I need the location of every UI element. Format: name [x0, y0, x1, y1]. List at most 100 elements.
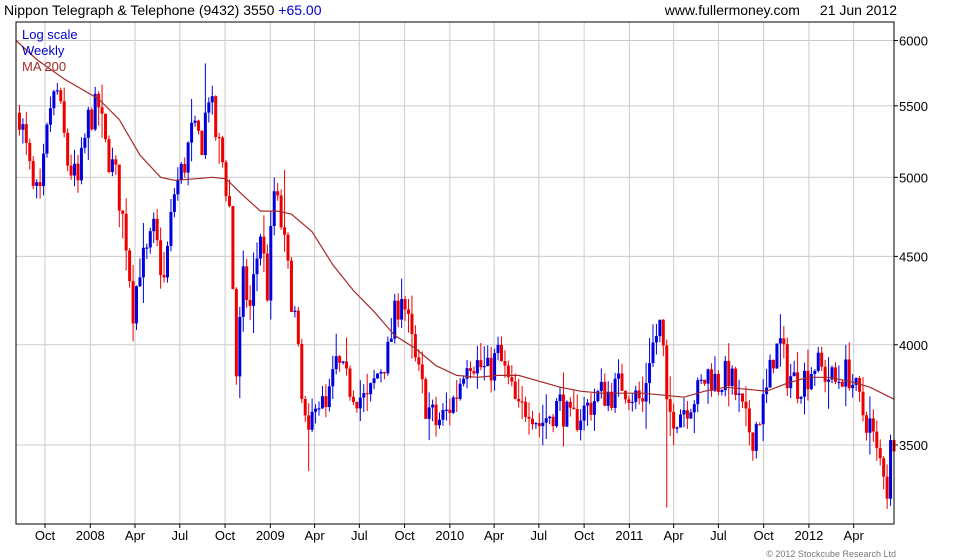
candle-down: [641, 398, 645, 402]
candle-up: [775, 343, 779, 369]
candle-down: [159, 240, 163, 276]
candle-up: [737, 393, 741, 395]
candle-up: [809, 373, 813, 390]
y-tick-label: 4000: [899, 338, 928, 353]
candle-up: [654, 336, 658, 343]
candle-down: [668, 399, 672, 412]
candle-up: [327, 386, 331, 408]
candle-up: [376, 373, 380, 379]
candle-up: [86, 109, 90, 138]
candle-down: [871, 418, 875, 432]
candle-up: [599, 381, 603, 392]
candle-down: [823, 366, 827, 382]
candle-up: [73, 163, 77, 176]
candle-up: [389, 338, 393, 342]
x-tick-label: 2012: [794, 528, 823, 543]
candle-down: [703, 379, 707, 384]
candle-up: [45, 124, 49, 154]
candle-up: [868, 418, 872, 433]
candle-up: [792, 372, 796, 377]
y-tick-label: 5000: [899, 170, 928, 185]
candle-up: [451, 397, 455, 413]
candle-down: [303, 398, 307, 416]
candle-down: [324, 396, 328, 408]
candle-up: [579, 420, 583, 431]
candle-down: [489, 357, 493, 381]
candle-up: [369, 383, 373, 395]
candle-down: [355, 402, 359, 409]
candle-down: [878, 448, 882, 459]
candle-down: [221, 137, 225, 163]
candle-down: [365, 393, 369, 395]
y-tick-label: 4500: [899, 249, 928, 264]
candle-down: [245, 266, 249, 301]
candle-down: [410, 313, 414, 335]
candle-up: [496, 344, 500, 354]
candle-up: [252, 274, 256, 306]
x-tick-label: 2008: [76, 528, 105, 543]
candle-down: [300, 344, 304, 399]
y-tick-label: 5500: [899, 99, 928, 114]
candle-down: [499, 344, 503, 362]
candle-down: [420, 364, 424, 380]
candle-down: [524, 401, 528, 417]
x-tick-label: 2009: [256, 528, 285, 543]
candle-down: [561, 394, 565, 427]
candle-down: [217, 137, 221, 139]
candle-down: [28, 142, 32, 162]
candle-up: [172, 194, 176, 212]
candle-up: [713, 373, 717, 391]
candle-up: [606, 391, 610, 406]
candle-up: [372, 378, 376, 384]
candle-down: [114, 159, 118, 165]
candle-down: [351, 396, 355, 403]
x-tick-label: 2010: [435, 528, 464, 543]
candle-up: [35, 182, 39, 186]
candle-up: [386, 341, 390, 374]
candle-down: [234, 289, 238, 377]
candle-down: [155, 218, 159, 241]
candle-down: [472, 371, 476, 374]
candle-down: [530, 418, 534, 425]
candle-down: [117, 164, 121, 211]
candle-down: [424, 379, 428, 419]
candle-up: [720, 390, 724, 392]
candle-up: [79, 147, 83, 181]
candle-down: [296, 310, 300, 345]
candle-down: [338, 356, 342, 363]
candle-up: [362, 393, 366, 398]
candle-down: [637, 390, 641, 399]
candle-up: [548, 416, 552, 419]
candle-up: [152, 218, 156, 232]
candle-down: [744, 401, 748, 409]
candle-down: [434, 404, 438, 426]
candle-down: [603, 381, 607, 406]
x-tick-label: Jul: [351, 528, 368, 543]
candle-up: [634, 390, 638, 402]
candle-down: [623, 390, 627, 400]
candle-down: [307, 415, 311, 430]
plot-area: [16, 22, 894, 524]
candle-down: [100, 107, 104, 114]
candle-up: [438, 419, 442, 426]
candle-down: [747, 408, 751, 433]
candle-down: [568, 401, 572, 408]
candle-up: [169, 211, 173, 246]
candle-up: [190, 122, 194, 143]
candle-up: [761, 394, 765, 425]
candle-up: [586, 402, 590, 406]
candle-up: [441, 410, 445, 420]
candle-up: [696, 380, 700, 405]
candle-up: [851, 384, 855, 389]
candle-up: [21, 124, 25, 130]
candle-up: [482, 366, 486, 368]
candle-down: [24, 124, 28, 143]
candle-up: [730, 368, 734, 387]
candle-up: [813, 370, 817, 374]
candle-down: [479, 360, 483, 368]
candle-down: [248, 300, 252, 306]
candle-up: [692, 404, 696, 413]
x-tick-label: Apr: [664, 528, 685, 543]
candle-down: [76, 163, 80, 181]
candle-down: [59, 90, 63, 102]
